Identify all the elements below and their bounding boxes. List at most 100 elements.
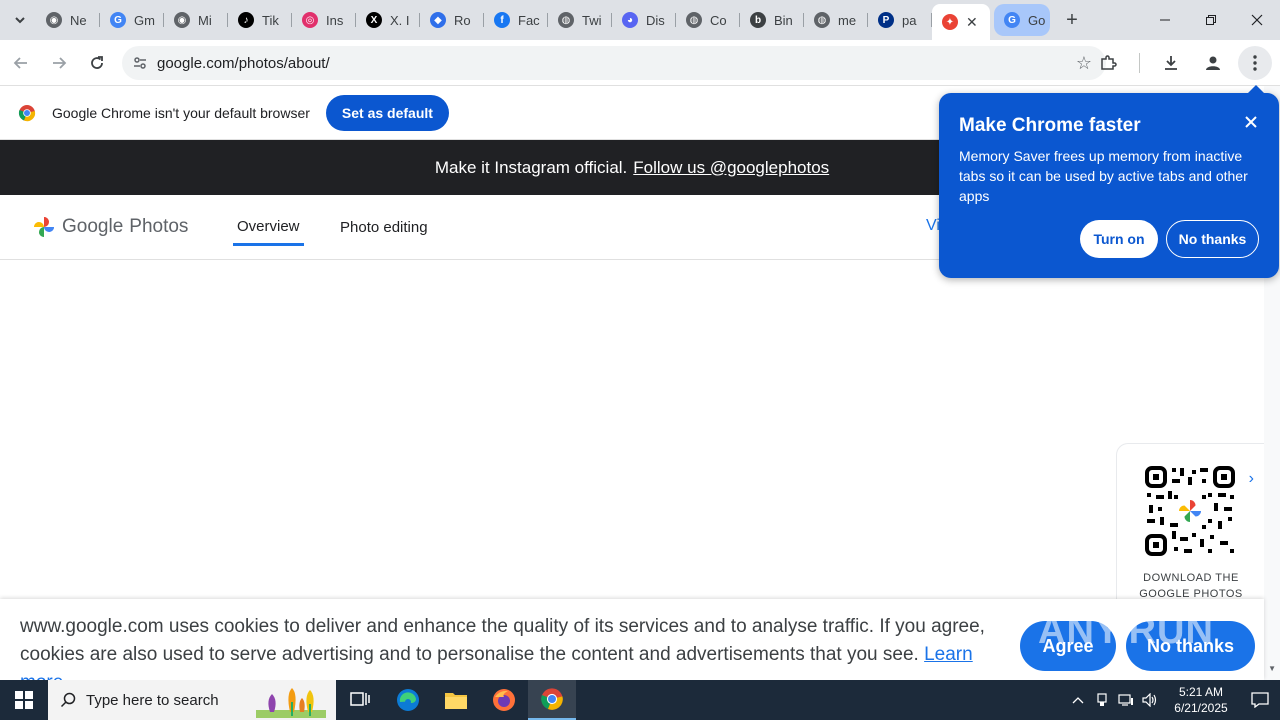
- tab-11[interactable]: b Bin: [740, 4, 804, 36]
- popup-close-button[interactable]: [1245, 115, 1257, 133]
- globe-icon: ◍: [814, 12, 830, 28]
- google-photos-icon: ✦: [942, 14, 958, 30]
- address-bar[interactable]: google.com/photos/about/ ☆: [122, 46, 1106, 80]
- start-button[interactable]: [0, 680, 48, 720]
- usb-device-icon[interactable]: [1090, 693, 1114, 707]
- tab-label: Go: [1028, 12, 1046, 28]
- reload-button[interactable]: [80, 46, 114, 80]
- file-explorer-taskbar-button[interactable]: [432, 680, 480, 720]
- tab-label: Mi: [198, 12, 212, 28]
- tab-label: Gm: [134, 12, 155, 28]
- cookie-no-thanks-button[interactable]: No thanks: [1126, 621, 1255, 671]
- puzzle-icon: [1101, 55, 1117, 70]
- network-icon[interactable]: [1114, 693, 1138, 707]
- memory-saver-popup: Make Chrome faster Memory Saver frees up…: [939, 85, 1279, 278]
- firefox-taskbar-button[interactable]: [480, 680, 528, 720]
- forward-button[interactable]: [42, 46, 76, 80]
- tab-13[interactable]: Ppa: [868, 4, 932, 36]
- tab-8[interactable]: ◍ Twi: [548, 4, 612, 36]
- nav-partial-link[interactable]: Vi: [926, 217, 940, 235]
- chrome-logo-icon: [18, 105, 36, 122]
- chevron-right-icon[interactable]: ›: [1249, 470, 1254, 488]
- search-icon: [60, 692, 76, 708]
- cookie-consent-bar: www.google.com uses cookies to deliver a…: [0, 599, 1264, 693]
- tab-list: ◉ Ne G Gm ◉ Mi ♪ Tik ◎ Ins X X. I ◆ Ro f Fac ◍ Twi ◕ Dis ◍ Co…: [36, 0, 1050, 40]
- close-window-button[interactable]: [1234, 0, 1280, 40]
- minimize-icon: [1160, 19, 1170, 21]
- edge-taskbar-button[interactable]: [384, 680, 432, 720]
- task-view-icon: [350, 692, 370, 706]
- show-hidden-icons-button[interactable]: [1066, 696, 1090, 704]
- tab-label: Tik: [262, 12, 279, 28]
- tab-6[interactable]: ◆ Ro: [420, 4, 484, 36]
- toolbar-separator: [1139, 53, 1140, 73]
- qr-caption-line1: DOWNLOAD THE: [1143, 572, 1239, 584]
- arrow-left-icon: [13, 56, 27, 69]
- clock-time: 5:21 AM: [1178, 685, 1224, 699]
- qr-download-card[interactable]: › DOWNLOAD THE GOOGLE PHOTOS: [1116, 443, 1264, 613]
- nav-overview[interactable]: Overview: [233, 195, 304, 246]
- google-photos-pinwheel-icon: [34, 217, 54, 237]
- tab-10[interactable]: ◍ Co: [676, 4, 740, 36]
- site-info-icon[interactable]: [126, 55, 154, 71]
- firefox-icon: [493, 689, 515, 711]
- tab-strip: ◉ Ne G Gm ◉ Mi ♪ Tik ◎ Ins X X. I ◆ Ro f Fac ◍ Twi ◕ Dis ◍ Co…: [0, 0, 1280, 40]
- google-photos-logo[interactable]: Google Photos: [32, 215, 188, 239]
- tab-5[interactable]: X X. I: [356, 4, 420, 36]
- popup-body: Memory Saver frees up memory from inacti…: [959, 148, 1248, 204]
- tab-search-button[interactable]: [4, 4, 36, 36]
- minimize-button[interactable]: [1142, 0, 1188, 40]
- tab-1[interactable]: G Gm: [100, 4, 164, 36]
- tab-label: me: [838, 12, 857, 28]
- banner-link[interactable]: Follow us @googlephotos: [633, 158, 829, 178]
- infobar-message: Google Chrome isn't your default browser: [52, 105, 310, 121]
- taskbar-clock[interactable]: 5:21 AM 6/21/2025: [1162, 684, 1240, 716]
- person-icon: [1206, 56, 1220, 70]
- profile-button[interactable]: [1196, 46, 1230, 80]
- chevron-up-icon: [1072, 697, 1084, 704]
- new-tab-button[interactable]: +: [1058, 6, 1086, 34]
- tab-0[interactable]: ◉ Ne: [36, 4, 100, 36]
- url-text[interactable]: google.com/photos/about/: [157, 55, 330, 72]
- tab-label: Co: [710, 12, 727, 28]
- set-as-default-button[interactable]: Set as default: [325, 95, 449, 131]
- toolbar-actions: [1091, 46, 1272, 80]
- restore-icon: [1206, 15, 1216, 25]
- bookmark-star-icon[interactable]: ☆: [1076, 54, 1092, 72]
- logo-photos-text: Photos: [129, 216, 189, 237]
- restore-button[interactable]: [1188, 0, 1234, 40]
- system-tray: 5:21 AM 6/21/2025: [1066, 680, 1280, 720]
- turn-on-button[interactable]: Turn on: [1080, 220, 1158, 258]
- nav-photo-editing[interactable]: Photo editing: [340, 195, 428, 260]
- taskbar-search-box[interactable]: Type here to search: [48, 680, 336, 720]
- tab-label: Dis: [646, 12, 665, 28]
- notifications-button[interactable]: [1240, 692, 1280, 708]
- downloads-button[interactable]: [1154, 46, 1188, 80]
- tab-4[interactable]: ◎ Ins: [292, 4, 356, 36]
- agree-button[interactable]: Agree: [1020, 621, 1116, 671]
- tulips-decoration-icon: [256, 688, 326, 718]
- back-button[interactable]: [4, 46, 38, 80]
- tab-14[interactable]: ✦ ✕: [932, 4, 990, 40]
- task-view-button[interactable]: [336, 680, 384, 720]
- chevron-down-icon: [15, 17, 25, 24]
- volume-icon[interactable]: [1138, 693, 1162, 707]
- tab-3[interactable]: ♪ Tik: [228, 4, 292, 36]
- tab-2[interactable]: ◉ Mi: [164, 4, 228, 36]
- tab-label: Ins: [326, 12, 344, 28]
- extensions-button[interactable]: [1091, 46, 1125, 80]
- tab-9[interactable]: ◕ Dis: [612, 4, 676, 36]
- instagram-icon: ◎: [302, 12, 318, 28]
- tiktok-icon: ♪: [238, 12, 254, 28]
- tab-close-icon[interactable]: ✕: [966, 14, 978, 31]
- chrome-menu-button[interactable]: [1238, 46, 1272, 80]
- tab-12[interactable]: ◍ me: [804, 4, 868, 36]
- scroll-down-arrow-icon[interactable]: ▼: [1268, 664, 1276, 673]
- reload-icon: [91, 55, 103, 69]
- bing-icon: b: [750, 12, 766, 28]
- tab-15[interactable]: G Go: [994, 4, 1050, 36]
- tab-7[interactable]: f Fac: [484, 4, 548, 36]
- popup-no-thanks-button[interactable]: No thanks: [1166, 220, 1259, 258]
- tab-label: Fac: [518, 12, 540, 28]
- chrome-taskbar-button[interactable]: [528, 680, 576, 720]
